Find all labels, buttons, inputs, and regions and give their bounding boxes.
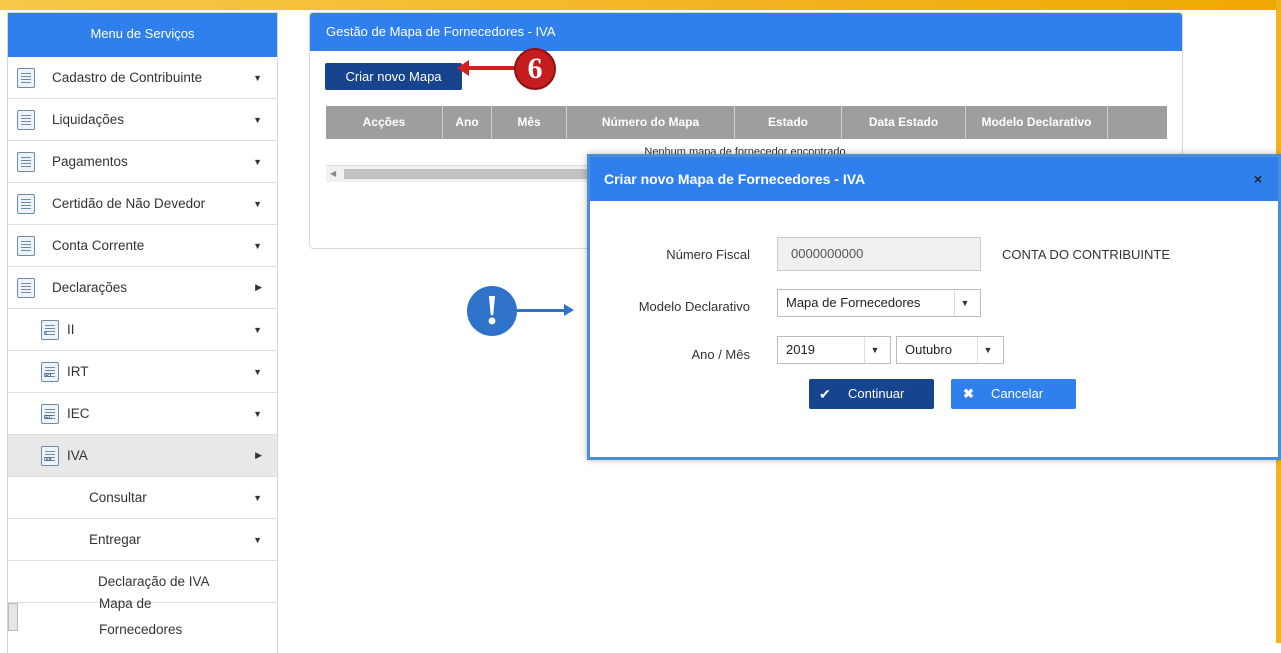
table-header: Acções Ano Mês Número do Mapa Estado Dat… xyxy=(326,106,1167,139)
certificate-icon xyxy=(17,193,35,214)
annotation-arrow xyxy=(465,66,515,70)
continue-button[interactable]: ✔ Continuar xyxy=(809,379,934,409)
create-map-button[interactable]: Criar novo Mapa xyxy=(325,63,462,90)
sidebar-item-liquidacoes[interactable]: Liquidações ▼ xyxy=(8,99,277,141)
column-header[interactable]: Data Estado xyxy=(842,106,966,139)
sidebar-item-label: Pagamentos xyxy=(52,154,128,169)
sidebar-item-entregar[interactable]: Entregar ▼ xyxy=(8,519,277,561)
annotation-arrow-head xyxy=(457,60,469,76)
chevron-down-icon: ▼ xyxy=(253,408,262,419)
chevron-down-icon: ▼ xyxy=(864,337,885,363)
year-select-value: 2019 xyxy=(786,342,815,357)
column-header[interactable]: Acções xyxy=(326,106,443,139)
sidebar-item-label: Cadastro de Contribuinte xyxy=(52,70,203,85)
column-header[interactable]: Estado xyxy=(735,106,842,139)
account-label: CONTA DO CONTRIBUINTE xyxy=(1002,247,1171,262)
sidebar-item-label: Liquidações xyxy=(52,112,125,127)
sidebar-item-irt[interactable]: IRT IRT ▼ xyxy=(8,351,277,393)
sidebar-item-conta-corrente[interactable]: Conta Corrente ▼ xyxy=(8,225,277,267)
check-icon: ✔ xyxy=(819,386,831,402)
dialog-title-bar: Criar novo Mapa de Fornecedores - IVA × xyxy=(590,157,1278,201)
panel-title: Gestão de Mapa de Fornecedores - IVA xyxy=(310,13,1182,51)
sidebar-item-iva[interactable]: IVA IVA ▶ xyxy=(8,435,277,477)
chevron-right-icon: ▶ xyxy=(255,282,262,292)
sidebar-item-declaracoes[interactable]: Declarações ▶ xyxy=(8,267,277,309)
sidebar-item-label: IVA xyxy=(67,448,88,463)
sidebar-item-pagamentos[interactable]: Pagamentos ▼ xyxy=(8,141,277,183)
column-header[interactable]: Mês xyxy=(492,106,567,139)
tax-document-icon: IVA xyxy=(41,445,59,466)
close-icon: ✖ xyxy=(963,386,974,401)
chevron-down-icon: ▼ xyxy=(253,114,262,125)
sidebar-item-mapa-fornecedores[interactable]: Mapa de Fornecedores xyxy=(8,596,182,637)
sidebar-item-certidao[interactable]: Certidão de Não Devedor ▼ xyxy=(8,183,277,225)
chevron-down-icon: ▼ xyxy=(253,366,262,377)
sidebar-item-label: Declaração de IVA xyxy=(98,574,210,589)
chevron-down-icon: ▼ xyxy=(253,72,262,83)
cancel-button-label: Cancelar xyxy=(991,386,1044,401)
document-icon xyxy=(17,277,35,298)
column-header[interactable]: Modelo Declarativo xyxy=(966,106,1108,139)
annotation-arrow-head xyxy=(564,304,574,316)
sidebar-item-label: Declarações xyxy=(52,280,128,295)
column-header-empty xyxy=(1108,106,1167,139)
services-sidebar: Menu de Serviços Cadastro de Contribuint… xyxy=(7,12,278,653)
model-select-value: Mapa de Fornecedores xyxy=(786,295,921,310)
account-icon xyxy=(17,235,35,256)
annotation-arrow xyxy=(517,309,565,312)
attention-icon: ! xyxy=(467,286,517,336)
sidebar-item-consultar[interactable]: Consultar ▼ xyxy=(8,477,277,519)
scrollbar-thumb[interactable] xyxy=(344,169,604,179)
create-map-dialog: Criar novo Mapa de Fornecedores - IVA × … xyxy=(587,154,1281,460)
sidebar-item-label: IEC xyxy=(67,406,90,421)
close-icon[interactable]: × xyxy=(1254,157,1262,201)
sidebar-item-label: II xyxy=(67,322,75,337)
sidebar-item-label: Entregar xyxy=(89,532,141,547)
dialog-title: Criar novo Mapa de Fornecedores - IVA xyxy=(604,171,866,187)
top-accent-bar xyxy=(0,0,1281,10)
chevron-down-icon: ▼ xyxy=(253,240,262,251)
payment-icon xyxy=(17,151,35,172)
scroll-left-icon[interactable]: ◀ xyxy=(330,169,336,178)
sidebar-item-label: IRT xyxy=(67,364,89,379)
column-header[interactable]: Número do Mapa xyxy=(567,106,735,139)
sidebar-title: Menu de Serviços xyxy=(8,13,277,57)
column-header[interactable]: Ano xyxy=(443,106,492,139)
nif-field[interactable]: 0000000000 xyxy=(777,237,981,271)
chevron-down-icon: ▼ xyxy=(253,534,262,545)
sidebar-item-label: Consultar xyxy=(89,490,147,505)
sidebar-item-iec[interactable]: IEC IEC ▼ xyxy=(8,393,277,435)
tax-document-icon: IEC xyxy=(41,403,59,424)
sidebar-item-cadastro[interactable]: Cadastro de Contribuinte ▼ xyxy=(8,57,277,99)
step-number-badge: 6 xyxy=(514,48,556,90)
continue-button-label: Continuar xyxy=(848,386,905,401)
sidebar-item-label: Conta Corrente xyxy=(52,238,145,253)
chevron-down-icon: ▼ xyxy=(253,198,262,209)
month-select[interactable]: Outubro ▼ xyxy=(896,336,1004,364)
chevron-down-icon: ▼ xyxy=(977,337,998,363)
tax-document-icon: IRT xyxy=(41,361,59,382)
sidebar-item-ii[interactable]: II II ▼ xyxy=(8,309,277,351)
tax-document-icon: II xyxy=(41,319,59,340)
registry-icon xyxy=(17,67,35,88)
period-label: Ano / Mês xyxy=(691,347,750,362)
month-select-value: Outubro xyxy=(905,342,952,357)
model-select[interactable]: Mapa de Fornecedores ▼ xyxy=(777,289,981,317)
sidebar-item-label: Certidão de Não Devedor xyxy=(52,196,206,211)
cancel-button[interactable]: ✖ Cancelar xyxy=(951,379,1076,409)
chevron-right-icon: ▶ xyxy=(255,450,262,460)
model-label: Modelo Declarativo xyxy=(638,299,750,314)
chevron-down-icon: ▼ xyxy=(253,324,262,335)
chevron-down-icon: ▼ xyxy=(253,156,262,167)
edit-document-icon xyxy=(17,109,35,130)
chevron-down-icon: ▼ xyxy=(253,492,262,503)
year-select[interactable]: 2019 ▼ xyxy=(777,336,891,364)
nif-label: Número Fiscal xyxy=(666,247,750,262)
sidebar-item-label: Mapa de Fornecedores xyxy=(99,596,183,637)
chevron-down-icon: ▼ xyxy=(954,290,975,316)
